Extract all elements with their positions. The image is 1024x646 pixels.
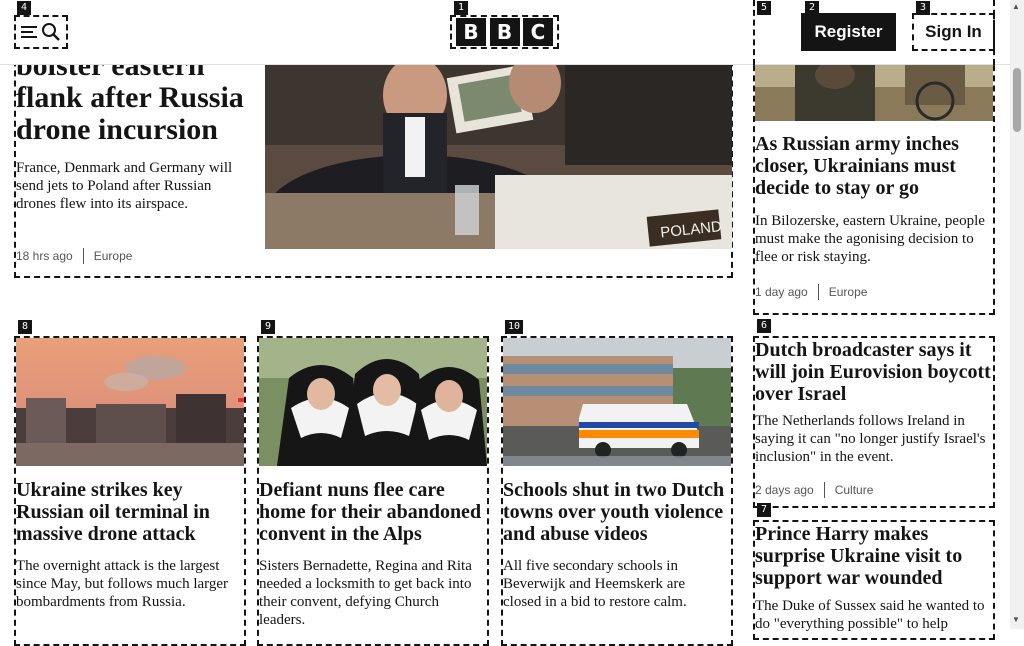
- section-link[interactable]: Europe: [94, 249, 133, 263]
- dutch-police-van-photo: [503, 338, 731, 466]
- side-story-headline[interactable]: As Russian army inches closer, Ukrainian…: [755, 133, 985, 199]
- side-story-card[interactable]: Dutch broadcaster says it will join Euro…: [753, 336, 995, 508]
- side-story-card[interactable]: Prince Harry makes surprise Ukraine visi…: [753, 520, 995, 640]
- timestamp: 2 days ago: [755, 483, 814, 497]
- element-marker: 4: [17, 1, 31, 15]
- side-story-image[interactable]: [755, 65, 993, 121]
- logo-letter-b1: B: [456, 18, 486, 46]
- story-summary: The overnight attack is the largest sinc…: [16, 558, 229, 610]
- story-image[interactable]: [16, 338, 244, 466]
- story-image[interactable]: [503, 338, 731, 466]
- side-story-headline[interactable]: Dutch broadcaster says it will join Euro…: [755, 339, 991, 405]
- story-headline[interactable]: Defiant nuns flee care home for their ab…: [259, 479, 485, 545]
- element-marker: 6: [757, 319, 771, 333]
- meta-divider: [823, 482, 825, 498]
- section-link[interactable]: Europe: [829, 285, 868, 299]
- ukraine-cyclist-photo: [755, 65, 993, 121]
- column-divider: [993, 0, 995, 65]
- story-card[interactable]: Schools shut in two Dutch towns over you…: [501, 336, 733, 646]
- scroll-up-arrow-icon[interactable]: ▲: [1012, 2, 1020, 11]
- element-marker: 7: [757, 503, 771, 517]
- side-story-summary: The Duke of Sussex said he wanted to do …: [755, 598, 985, 632]
- timestamp: 18 hrs ago: [16, 249, 73, 263]
- lead-meta: 18 hrs ago Europe: [16, 248, 132, 264]
- story-image[interactable]: [259, 338, 487, 466]
- bbc-logo[interactable]: B B C: [450, 15, 559, 49]
- top-navigation-bar: 4 B B C 1 Register 2 Sign In 3: [0, 0, 1010, 65]
- logo-letter-b2: B: [489, 18, 520, 46]
- story-headline[interactable]: Ukraine strikes key Russian oil terminal…: [16, 479, 242, 545]
- register-button[interactable]: Register: [801, 13, 896, 51]
- sign-in-button[interactable]: Sign In: [912, 13, 995, 51]
- section-link[interactable]: Culture: [835, 483, 874, 497]
- element-marker: 1: [454, 1, 468, 15]
- side-story-meta: 2 days ago Culture: [755, 482, 873, 498]
- meta-divider: [817, 284, 819, 300]
- side-story-meta: 1 day ago Europe: [755, 284, 867, 300]
- story-card[interactable]: Ukraine strikes key Russian oil terminal…: [14, 336, 246, 646]
- element-marker: 8: [18, 320, 32, 334]
- lead-image[interactable]: POLAND: [265, 65, 732, 249]
- story-headline[interactable]: Schools shut in two Dutch towns over you…: [503, 479, 729, 545]
- column-divider: [753, 0, 755, 65]
- side-story-headline[interactable]: Prince Harry makes surprise Ukraine visi…: [755, 523, 991, 589]
- lead-summary: France, Denmark and Germany will send je…: [16, 160, 233, 212]
- element-marker: 9: [261, 320, 275, 334]
- scroll-down-arrow-icon[interactable]: ▼: [1012, 615, 1020, 624]
- timestamp: 1 day ago: [755, 285, 808, 299]
- three-nuns-photo: [259, 338, 487, 466]
- element-marker: 2: [805, 1, 819, 15]
- search-icon: [42, 23, 60, 41]
- meta-divider: [82, 248, 84, 264]
- menu-search-button[interactable]: [14, 15, 68, 49]
- un-security-council-photo: POLAND: [265, 65, 732, 249]
- story-summary: Sisters Bernadette, Regina and Rita need…: [259, 558, 472, 628]
- oil-terminal-skyline-photo: [16, 338, 244, 466]
- side-story-summary: The Netherlands follows Ireland in sayin…: [755, 413, 986, 465]
- element-marker: 10: [505, 320, 523, 334]
- side-story-summary: In Bilozerske, eastern Ukraine, people m…: [755, 213, 985, 265]
- side-story-card[interactable]: As Russian army inches closer, Ukrainian…: [753, 55, 995, 315]
- element-marker: 5: [757, 1, 771, 15]
- menu-icon: [21, 26, 37, 38]
- scrollbar-thumb[interactable]: [1013, 68, 1021, 132]
- story-card[interactable]: Defiant nuns flee care home for their ab…: [257, 336, 489, 646]
- element-marker: 3: [916, 1, 930, 15]
- logo-letter-c: C: [523, 18, 553, 46]
- story-summary: All five secondary schools in Beverwijk …: [503, 558, 687, 610]
